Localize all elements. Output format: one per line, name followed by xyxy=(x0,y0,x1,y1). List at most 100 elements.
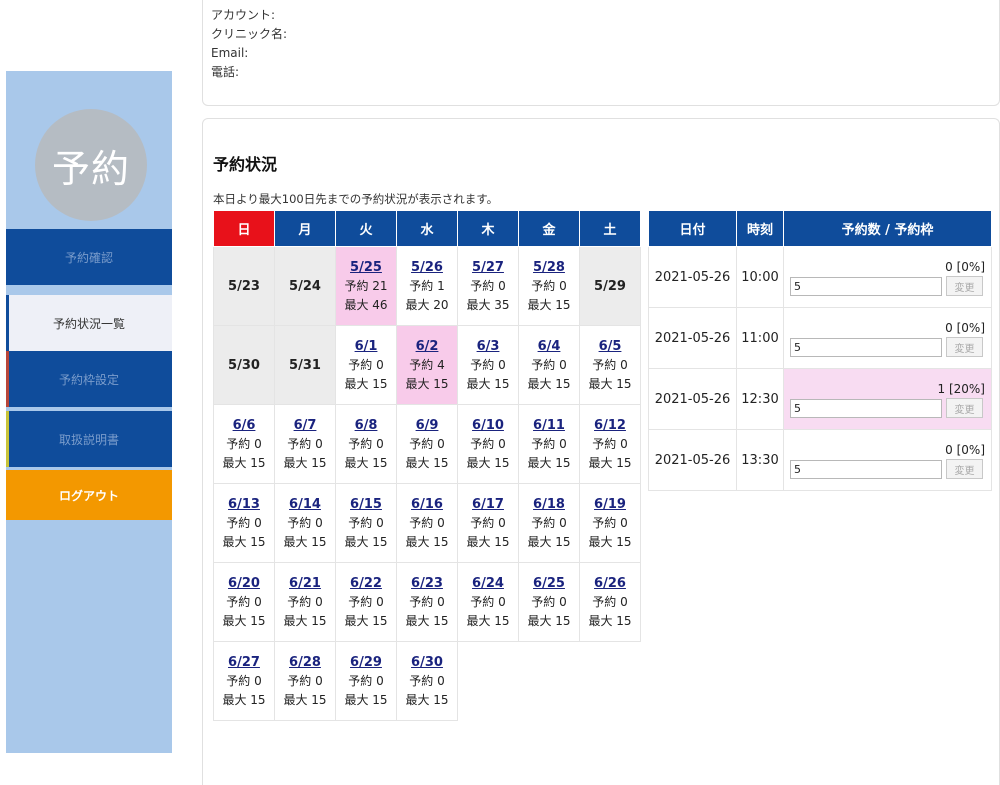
calendar-empty-cell xyxy=(458,642,519,721)
slot-usage-percent: [0%] xyxy=(956,443,985,457)
reserved-count: 予約 0 xyxy=(287,436,323,451)
reserved-count: 予約 0 xyxy=(531,357,567,372)
sidebar-item-manual[interactable]: 取扱説明書 xyxy=(6,411,172,467)
sidebar-item-slot-settings[interactable]: 予約枠設定 xyxy=(6,351,172,407)
slot-capacity-input[interactable] xyxy=(790,459,942,479)
calendar-day-cell: 6/3 予約 0 最大 15 xyxy=(457,325,519,405)
change-button[interactable]: 変更 xyxy=(946,459,983,479)
account-info-panel: アカウント: クリニック名: Email: 電話: xyxy=(202,0,1000,106)
slot-capacity-cell: 0 [0%]変更 xyxy=(783,246,992,308)
reserved-count: 予約 0 xyxy=(409,436,445,451)
email-label: Email: xyxy=(211,46,249,60)
calendar-week-row: 6/6 予約 0 最大 15 6/7 予約 0 最大 15 6/8 予約 0 最大 15 6/9 予… xyxy=(213,404,641,484)
slot-capacity-input[interactable] xyxy=(790,276,942,296)
calendar-date-link[interactable]: 6/24 xyxy=(472,576,504,591)
calendar-date-link[interactable]: 6/20 xyxy=(228,576,260,591)
reserved-count: 予約 0 xyxy=(409,673,445,688)
slot-usage: 0 [0%] xyxy=(790,258,985,276)
slot-capacity-input[interactable] xyxy=(790,398,942,418)
change-button[interactable]: 変更 xyxy=(946,337,983,357)
calendar-empty-cell xyxy=(580,642,641,721)
calendar-date-link[interactable]: 6/28 xyxy=(289,655,321,670)
slot-header-time: 時刻 xyxy=(736,210,784,247)
slot-date: 2021-05-26 xyxy=(648,368,737,430)
calendar-date-link[interactable]: 6/25 xyxy=(533,576,565,591)
slot-date: 2021-05-26 xyxy=(648,307,737,369)
calendar-date-link[interactable]: 6/6 xyxy=(233,418,256,433)
calendar-date-link[interactable]: 6/9 xyxy=(416,418,439,433)
calendar-date-link[interactable]: 6/19 xyxy=(594,497,626,512)
slot-time: 10:00 xyxy=(736,246,784,308)
calendar-date-link[interactable]: 6/5 xyxy=(599,339,622,354)
calendar-date-link[interactable]: 6/13 xyxy=(228,497,260,512)
reserved-count: 予約 0 xyxy=(592,515,628,530)
calendar-date-link[interactable]: 6/30 xyxy=(411,655,443,670)
avatar: 予約 xyxy=(35,109,147,221)
max-capacity: 最大 15 xyxy=(527,297,571,312)
max-capacity: 最大 15 xyxy=(405,534,449,549)
max-capacity: 最大 15 xyxy=(588,613,632,628)
reserved-count: 予約 0 xyxy=(348,436,384,451)
calendar-date-link[interactable]: 5/25 xyxy=(350,260,382,275)
calendar-day-cell: 6/22 予約 0 最大 15 xyxy=(335,562,397,642)
max-capacity: 最大 15 xyxy=(405,613,449,628)
calendar-date-link[interactable]: 6/16 xyxy=(411,497,443,512)
calendar-date-link[interactable]: 6/4 xyxy=(538,339,561,354)
sidebar: 予約 予約確認 予約状況一覧 予約枠設定 取扱説明書 ログアウト xyxy=(6,71,172,753)
sidebar-item-reservation-check[interactable]: 予約確認 xyxy=(6,229,172,285)
calendar-day-cell: 6/28 予約 0 最大 15 xyxy=(274,641,336,721)
sidebar-item-label: 取扱説明書 xyxy=(58,432,119,447)
calendar-date-link[interactable]: 6/27 xyxy=(228,655,260,670)
slot-usage: 0 [0%] xyxy=(790,441,985,459)
reserved-count: 予約 1 xyxy=(409,278,445,293)
calendar-day-cell: 6/14 予約 0 最大 15 xyxy=(274,483,336,563)
calendar-date-link[interactable]: 5/27 xyxy=(472,260,504,275)
calendar-date-link[interactable]: 6/3 xyxy=(477,339,500,354)
reserved-count: 予約 0 xyxy=(592,594,628,609)
calendar-week-row: 6/20 予約 0 最大 15 6/21 予約 0 最大 15 6/22 予約 0 最大 15 6… xyxy=(213,562,641,642)
calendar-date-link[interactable]: 6/12 xyxy=(594,418,626,433)
reserved-count: 予約 0 xyxy=(287,673,323,688)
calendar-date-link[interactable]: 6/22 xyxy=(350,576,382,591)
slot-date: 2021-05-26 xyxy=(648,429,737,491)
calendar-date-link[interactable]: 6/23 xyxy=(411,576,443,591)
calendar-date-link[interactable]: 6/10 xyxy=(472,418,504,433)
calendar-day-cell: 6/29 予約 0 最大 15 xyxy=(335,641,397,721)
calendar-date-link[interactable]: 5/26 xyxy=(411,260,443,275)
max-capacity: 最大 15 xyxy=(466,534,510,549)
calendar-date-link[interactable]: 6/14 xyxy=(289,497,321,512)
max-capacity: 最大 15 xyxy=(222,455,266,470)
slot-usage-percent: [0%] xyxy=(956,321,985,335)
calendar-date-link[interactable]: 6/2 xyxy=(416,339,439,354)
sidebar-item-reservation-status[interactable]: 予約状況一覧 xyxy=(6,295,172,351)
page-description: 本日より最大100日先までの予約状況が表示されます。 xyxy=(213,192,499,206)
calendar-day-cell: 6/9 予約 0 最大 15 xyxy=(396,404,458,484)
slot-reserved-count: 0 xyxy=(945,260,953,274)
calendar-date-link[interactable]: 6/26 xyxy=(594,576,626,591)
calendar-date-link[interactable]: 6/17 xyxy=(472,497,504,512)
calendar-date-link[interactable]: 6/11 xyxy=(533,418,565,433)
calendar-date-link[interactable]: 6/7 xyxy=(294,418,317,433)
change-button[interactable]: 変更 xyxy=(946,276,983,296)
logout-button[interactable]: ログアウト xyxy=(6,470,172,520)
calendar-date-link[interactable]: 6/18 xyxy=(533,497,565,512)
calendar-date-link[interactable]: 6/8 xyxy=(355,418,378,433)
max-capacity: 最大 15 xyxy=(527,534,571,549)
calendar-day-cell: 6/23 予約 0 最大 15 xyxy=(396,562,458,642)
calendar-date-link[interactable]: 6/21 xyxy=(289,576,321,591)
calendar-day-cell: 5/26 予約 1 最大 20 xyxy=(396,246,458,326)
change-button[interactable]: 変更 xyxy=(946,398,983,418)
calendar-date-link[interactable]: 5/28 xyxy=(533,260,565,275)
reserved-count: 予約 0 xyxy=(287,594,323,609)
slot-capacity-input[interactable] xyxy=(790,337,942,357)
calendar-date-link[interactable]: 6/15 xyxy=(350,497,382,512)
max-capacity: 最大 15 xyxy=(405,692,449,707)
calendar-day-cell: 6/26 予約 0 最大 15 xyxy=(579,562,641,642)
calendar-date-link[interactable]: 6/29 xyxy=(350,655,382,670)
logout-label: ログアウト xyxy=(58,488,119,503)
reserved-count: 予約 0 xyxy=(592,357,628,372)
calendar-day-cell: 6/4 予約 0 最大 15 xyxy=(518,325,580,405)
calendar-day-cell: 6/25 予約 0 最大 15 xyxy=(518,562,580,642)
reservation-status-panel: 予約状況 本日より最大100日先までの予約状況が表示されます。 日 月 火 水 … xyxy=(202,118,1000,785)
calendar-date-link[interactable]: 6/1 xyxy=(355,339,378,354)
